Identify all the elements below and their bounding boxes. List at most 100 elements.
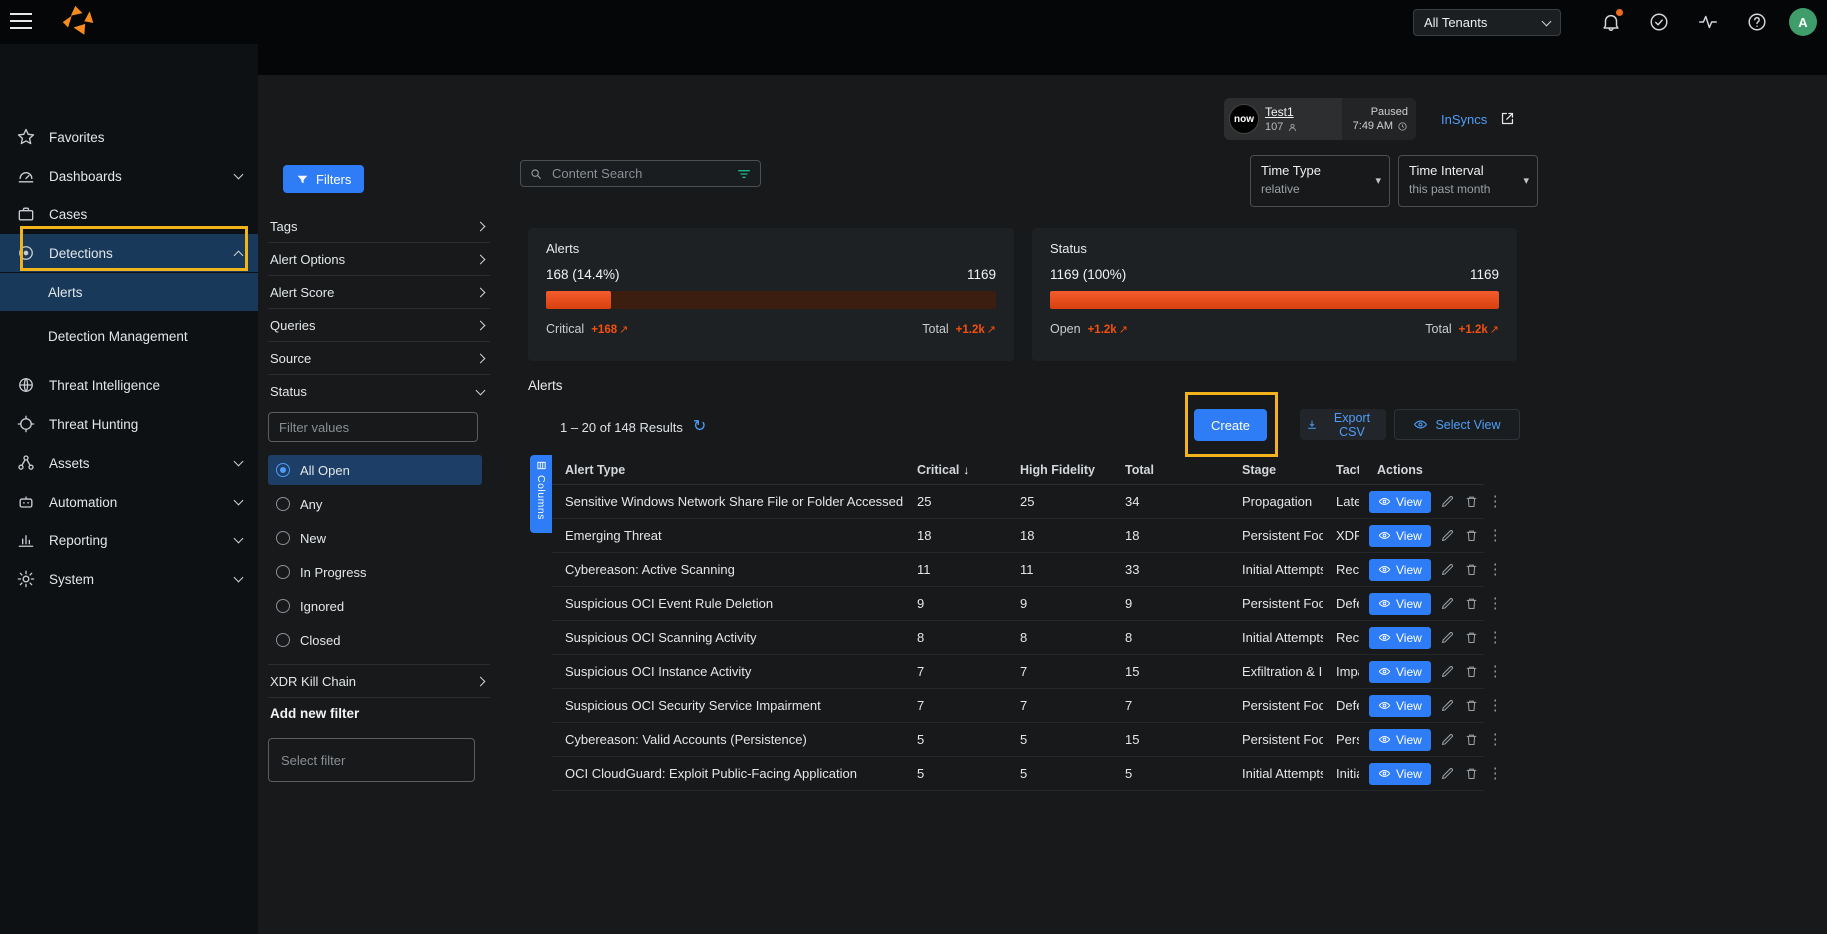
col-header-high-fidelity[interactable]: High Fidelity (1007, 463, 1112, 477)
select-filter-input[interactable] (268, 738, 475, 782)
alert-type-cell[interactable]: Cybereason: Active Scanning (552, 562, 904, 577)
sidebar-item-detections[interactable]: Detections (0, 234, 258, 272)
more-options-icon[interactable]: ⋮ (1488, 664, 1503, 679)
notifications-bell-icon[interactable] (1600, 11, 1622, 33)
col-header-tactic[interactable]: Tactic (1323, 463, 1359, 477)
edit-icon[interactable] (1440, 596, 1455, 611)
edit-icon[interactable] (1440, 732, 1455, 747)
alert-type-cell[interactable]: Suspicious OCI Scanning Activity (552, 630, 904, 645)
alert-type-cell[interactable]: Suspicious OCI Instance Activity (552, 664, 904, 679)
filter-group-alert-score[interactable]: Alert Score (268, 276, 490, 309)
delete-icon[interactable] (1464, 698, 1479, 713)
filter-group-tags[interactable]: Tags (268, 210, 490, 243)
search-input[interactable] (550, 165, 729, 182)
alert-type-cell[interactable]: Cybereason: Valid Accounts (Persistence) (552, 732, 904, 747)
edit-icon[interactable] (1440, 664, 1455, 679)
insyncs-link[interactable]: InSyncs (1441, 112, 1487, 127)
sidebar-item-alerts[interactable]: Alerts (0, 273, 258, 311)
delete-icon[interactable] (1464, 630, 1479, 645)
view-button[interactable]: View (1369, 695, 1431, 717)
alert-type-cell[interactable]: Suspicious OCI Event Rule Deletion (552, 596, 904, 611)
edit-icon[interactable] (1440, 766, 1455, 781)
col-header-alert-type[interactable]: Alert Type (552, 463, 904, 477)
delete-icon[interactable] (1464, 732, 1479, 747)
export-csv-button[interactable]: Export CSV (1300, 409, 1386, 440)
activity-pulse-icon[interactable] (1697, 11, 1719, 33)
view-button[interactable]: View (1369, 559, 1431, 581)
check-circle-icon[interactable] (1648, 11, 1670, 33)
filter-values-input[interactable] (268, 412, 478, 442)
filters-button[interactable]: Filters (283, 165, 364, 193)
alert-type-cell[interactable]: Sensitive Windows Network Share File or … (552, 494, 904, 509)
col-header-critical[interactable]: Critical↓ (904, 463, 1007, 477)
status-option-in-progress[interactable]: In Progress (268, 557, 482, 587)
servicenow-sync-widget[interactable]: now Test1 107 Paused 7:49 AM (1224, 98, 1416, 140)
status-option-new[interactable]: New (268, 523, 482, 553)
view-button[interactable]: View (1369, 729, 1431, 751)
more-options-icon[interactable]: ⋮ (1488, 494, 1503, 509)
delete-icon[interactable] (1464, 664, 1479, 679)
more-options-icon[interactable]: ⋮ (1488, 698, 1503, 713)
filter-group-xdr-kill-chain[interactable]: XDR Kill Chain (268, 664, 490, 698)
time-interval-dropdown[interactable]: Time Interval this past month ▾ (1398, 155, 1538, 207)
delete-icon[interactable] (1464, 562, 1479, 577)
more-options-icon[interactable]: ⋮ (1488, 732, 1503, 747)
sidebar-item-dashboards[interactable]: Dashboards (0, 157, 258, 195)
status-option-any[interactable]: Any (268, 489, 482, 519)
view-button[interactable]: View (1369, 763, 1431, 785)
filter-group-status[interactable]: Status (268, 375, 490, 408)
sidebar-item-threat-intelligence[interactable]: Threat Intelligence (0, 366, 258, 404)
more-options-icon[interactable]: ⋮ (1488, 766, 1503, 781)
create-button[interactable]: Create (1194, 409, 1267, 441)
more-options-icon[interactable]: ⋮ (1488, 630, 1503, 645)
view-button[interactable]: View (1369, 661, 1431, 683)
more-options-icon[interactable]: ⋮ (1488, 562, 1503, 577)
view-button[interactable]: View (1369, 627, 1431, 649)
delete-icon[interactable] (1464, 528, 1479, 543)
alert-type-cell[interactable]: OCI CloudGuard: Exploit Public-Facing Ap… (552, 766, 904, 781)
view-button[interactable]: View (1369, 491, 1431, 513)
alert-type-cell[interactable]: Emerging Threat (552, 528, 904, 543)
edit-icon[interactable] (1440, 528, 1455, 543)
status-option-ignored[interactable]: Ignored (268, 591, 482, 621)
edit-icon[interactable] (1440, 630, 1455, 645)
search-filter-icon[interactable] (736, 166, 752, 182)
delete-icon[interactable] (1464, 494, 1479, 509)
external-link-icon[interactable] (1499, 110, 1516, 127)
filter-group-source[interactable]: Source (268, 342, 490, 375)
menu-icon[interactable] (10, 13, 32, 29)
delete-icon[interactable] (1464, 596, 1479, 611)
columns-button[interactable]: Columns (530, 455, 552, 533)
edit-icon[interactable] (1440, 698, 1455, 713)
help-icon[interactable] (1746, 11, 1768, 33)
tenant-selector[interactable]: All Tenants (1413, 9, 1561, 36)
sidebar-item-automation[interactable]: Automation (0, 483, 258, 521)
user-avatar[interactable]: A (1789, 8, 1817, 36)
sync-title-link[interactable]: Test1 (1265, 105, 1342, 119)
more-options-icon[interactable]: ⋮ (1488, 596, 1503, 611)
sidebar-item-assets[interactable]: Assets (0, 444, 258, 482)
sidebar-item-threat-hunting[interactable]: Threat Hunting (0, 405, 258, 443)
time-type-dropdown[interactable]: Time Type relative ▾ (1250, 155, 1390, 207)
edit-icon[interactable] (1440, 494, 1455, 509)
col-header-stage[interactable]: Stage (1229, 463, 1323, 477)
filter-group-alert-options[interactable]: Alert Options (268, 243, 490, 276)
view-button[interactable]: View (1369, 525, 1431, 547)
status-option-all-open[interactable]: All Open (268, 455, 482, 485)
brand-logo[interactable] (60, 5, 96, 39)
sidebar-item-cases[interactable]: Cases (0, 195, 258, 233)
alert-type-cell[interactable]: Suspicious OCI Security Service Impairme… (552, 698, 904, 713)
sidebar-item-favorites[interactable]: Favorites (0, 118, 258, 156)
col-header-total[interactable]: Total (1112, 463, 1229, 477)
select-view-button[interactable]: Select View (1394, 409, 1520, 440)
sidebar-item-detection-management[interactable]: Detection Management (0, 317, 258, 355)
refresh-icon[interactable]: ↻ (693, 419, 706, 435)
filter-group-queries[interactable]: Queries (268, 309, 490, 342)
delete-icon[interactable] (1464, 766, 1479, 781)
view-button[interactable]: View (1369, 593, 1431, 615)
status-option-closed[interactable]: Closed (268, 625, 482, 655)
edit-icon[interactable] (1440, 562, 1455, 577)
sidebar-item-system[interactable]: System (0, 560, 258, 598)
sidebar-item-reporting[interactable]: Reporting (0, 521, 258, 559)
more-options-icon[interactable]: ⋮ (1488, 528, 1503, 543)
